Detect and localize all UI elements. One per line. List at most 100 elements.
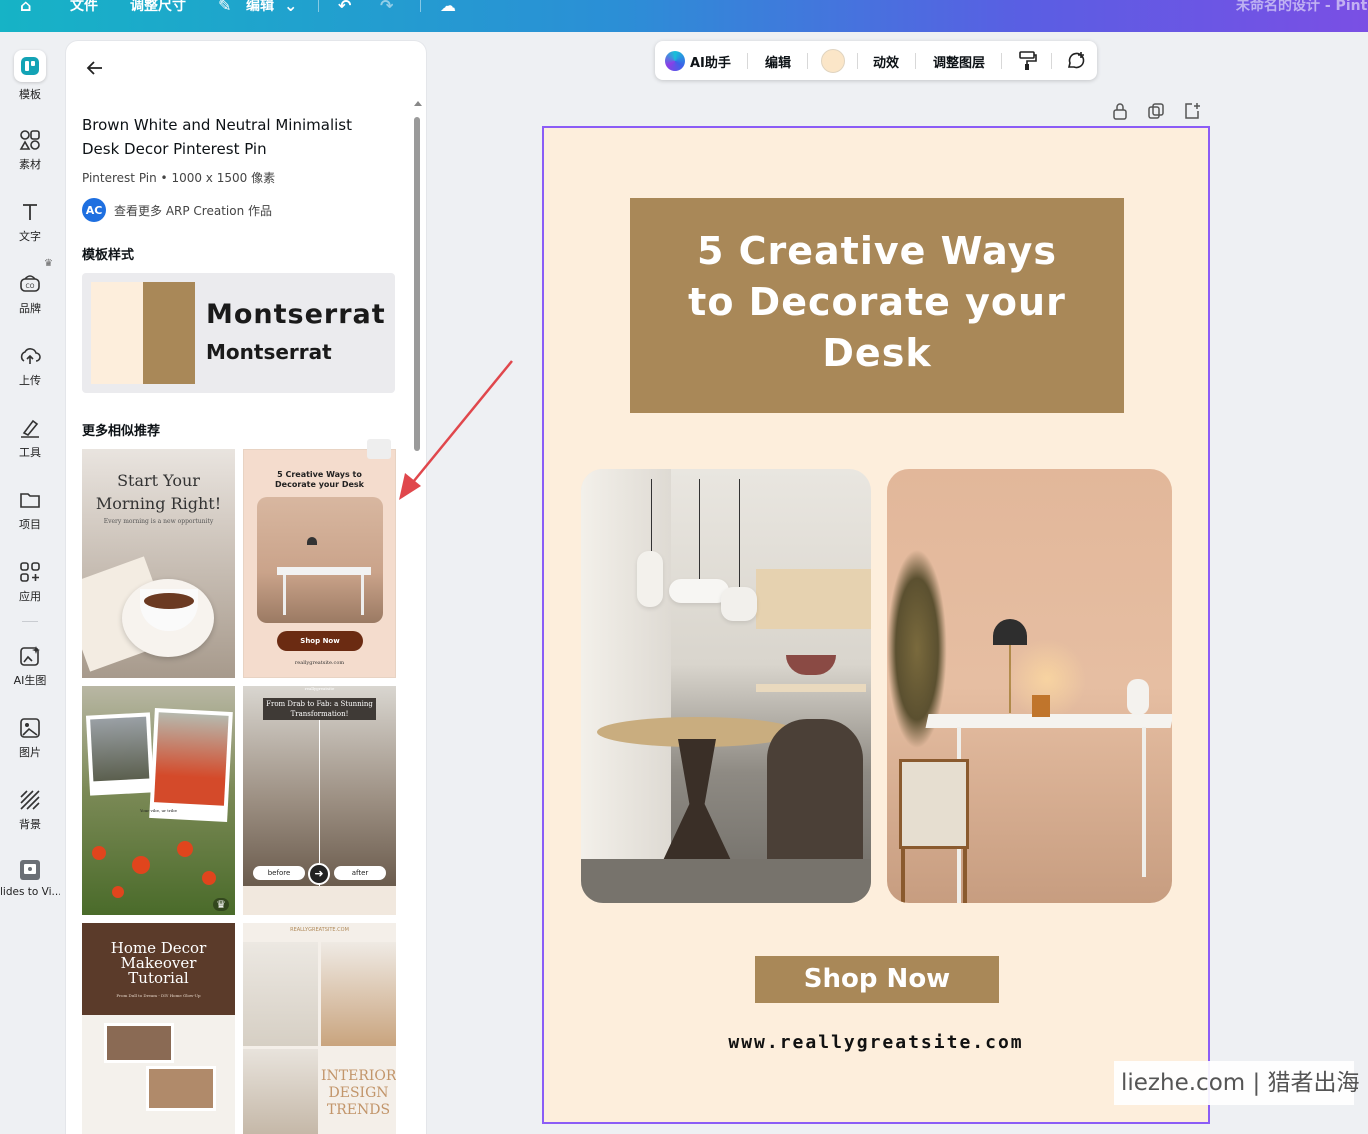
add-page-icon[interactable]: [1182, 101, 1202, 121]
divider: [318, 0, 319, 12]
scroll-up-arrow[interactable]: [414, 101, 422, 106]
paint-roller-icon[interactable]: [1017, 50, 1039, 72]
rail-label: 项目: [19, 518, 41, 531]
rail-item-background[interactable]: 背景: [0, 788, 60, 832]
divider: [857, 53, 858, 69]
rail-label: 素材: [19, 158, 41, 171]
swap-arrow-icon: ➜: [308, 863, 330, 885]
thumb-url: reallygreatsite.com: [294, 660, 345, 666]
rail-item-ai-image[interactable]: AI生图: [0, 644, 60, 688]
rail-label: 模板: [19, 88, 41, 101]
photo-frame: [85, 712, 155, 796]
author-label: 查看更多 ARP Creation 作品: [114, 203, 272, 218]
rail-item-upload[interactable]: 上传: [0, 344, 60, 388]
thumb-title: Home Decor Makeover Tutorial: [110, 939, 207, 987]
template-thumbnail[interactable]: 5 Creative Ways to Decorate your Desk Sh…: [243, 449, 396, 678]
after-label: after: [334, 866, 386, 880]
desk-image: [257, 497, 383, 623]
more-heading: 更多相似推荐: [82, 424, 161, 439]
rail-label: 工具: [19, 446, 41, 459]
cloud-saved-icon[interactable]: ☁: [440, 0, 456, 14]
back-arrow-icon[interactable]: [84, 57, 106, 79]
home-icon[interactable]: ⌂: [20, 0, 31, 14]
rail-item-apps[interactable]: 应用: [0, 560, 60, 604]
apps-icon: [20, 562, 40, 582]
svg-text:CO: CO: [26, 283, 35, 290]
thumb-caption: Your vibe, ur tribe: [140, 808, 177, 813]
thumbnail-more-button[interactable]: [367, 439, 391, 459]
menu-file[interactable]: 文件: [70, 0, 98, 14]
website-url[interactable]: www.reallygreatsite.com: [544, 1032, 1208, 1053]
template-style-card[interactable]: Montserrat Montserrat: [82, 273, 395, 393]
style-heading: 模板样式: [82, 248, 135, 263]
watermark: liezhe.com | 猎者出海: [1114, 1061, 1360, 1105]
undo-icon[interactable]: ↶: [338, 0, 351, 14]
menu-resize[interactable]: 调整尺寸: [130, 0, 186, 14]
ai-assistant-icon[interactable]: [665, 51, 685, 71]
template-thumbnail[interactable]: Home Decor Makeover Tutorial From Dull t…: [82, 923, 235, 1134]
rail-label: AI生图: [13, 674, 47, 687]
dining-room-photo[interactable]: [581, 469, 871, 903]
menu-edit[interactable]: 编辑: [246, 0, 274, 14]
thumb-subtitle: From Dull to Dream - DIY Home Glow-Up: [116, 993, 201, 998]
rail-item-elements[interactable]: 素材: [0, 128, 60, 172]
lock-icon[interactable]: [1110, 101, 1130, 121]
avatar: AC: [82, 198, 106, 222]
rail-label: lides to Vi...: [0, 886, 60, 898]
photos-icon: [20, 718, 40, 738]
rail-item-templates[interactable]: 模板: [0, 50, 60, 102]
projects-icon: [20, 493, 40, 508]
divider: [915, 53, 916, 69]
edit-button[interactable]: 编辑: [765, 52, 791, 71]
rail-label: 应用: [19, 590, 41, 603]
comment-add-icon[interactable]: [1065, 50, 1087, 72]
pencil-icon: ✎: [218, 0, 232, 14]
divider: [1051, 53, 1052, 69]
rail-label: 品牌: [19, 302, 41, 315]
thumb-title: INTERIOR DESIGN TRENDS: [321, 1068, 396, 1118]
rail-label: 文字: [19, 230, 41, 243]
rail-item-projects[interactable]: 项目: [0, 488, 60, 532]
annotation-arrow: [399, 360, 513, 500]
headline-line: to Decorate your: [688, 280, 1066, 324]
redo-icon[interactable]: ↷: [380, 0, 393, 14]
author-link[interactable]: AC 查看更多 ARP Creation 作品: [82, 198, 272, 222]
document-title[interactable]: 未命名的设计 - Pinte: [1236, 0, 1368, 14]
divider: [420, 0, 421, 12]
animate-button[interactable]: 动效: [873, 52, 899, 71]
design-canvas[interactable]: 5 Creative Ways to Decorate your Desk Sh…: [542, 126, 1210, 1124]
desk-photo[interactable]: [887, 469, 1172, 903]
elements-icon: [19, 130, 40, 150]
brand-icon: CO: [20, 275, 40, 292]
rail-item-photos[interactable]: 图片: [0, 716, 60, 760]
template-thumbnail[interactable]: Your vibe, ur tribe ♛: [82, 686, 235, 915]
layers-button[interactable]: 调整图层: [933, 52, 985, 71]
divider: [807, 53, 808, 69]
rail-item-slides-to-video[interactable]: lides to Vi...: [0, 858, 60, 898]
shop-now-button[interactable]: Shop Now: [755, 956, 999, 1003]
thumb-subtitle: Every morning is a new opportunity: [103, 518, 214, 525]
body-font-sample: Montserrat: [206, 340, 332, 364]
divider: [1001, 53, 1002, 69]
chevron-down-icon[interactable]: ⌄: [284, 0, 297, 14]
duplicate-page-icon[interactable]: [1146, 101, 1166, 121]
headline-line: Desk: [822, 331, 932, 375]
headline-box[interactable]: 5 Creative Ways to Decorate your Desk: [630, 198, 1124, 413]
template-thumbnail[interactable]: REALLYGREATSITE.COM INTERIOR DESIGN TREN…: [243, 923, 396, 1134]
thumb-tag: REALLYGREATSITE.COM: [290, 927, 349, 933]
background-color-swatch[interactable]: [821, 49, 845, 73]
text-icon: [23, 204, 37, 220]
rail-item-brand[interactable]: ♛ CO 品牌: [0, 258, 60, 316]
headline-line: 5 Creative Ways: [696, 229, 1058, 273]
template-thumbnail[interactable]: Start Your Morning Right! Every morning …: [82, 449, 235, 678]
slides-to-video-icon: [20, 860, 40, 880]
rail-label: 背景: [19, 818, 41, 831]
template-thumbnail[interactable]: reallygreatsite From Drab to Fab: a Stun…: [243, 686, 396, 915]
thumb-title: From Drab to Fab: a Stunning Transformat…: [266, 700, 373, 718]
coffee-image: [144, 593, 194, 609]
rail-item-tools[interactable]: 工具: [0, 416, 60, 460]
ai-assistant-button[interactable]: AI助手: [690, 52, 731, 71]
ai-image-icon: [20, 646, 40, 666]
rail-item-text[interactable]: 文字: [0, 200, 60, 244]
thumb-tag: reallygreatsite: [304, 686, 335, 691]
